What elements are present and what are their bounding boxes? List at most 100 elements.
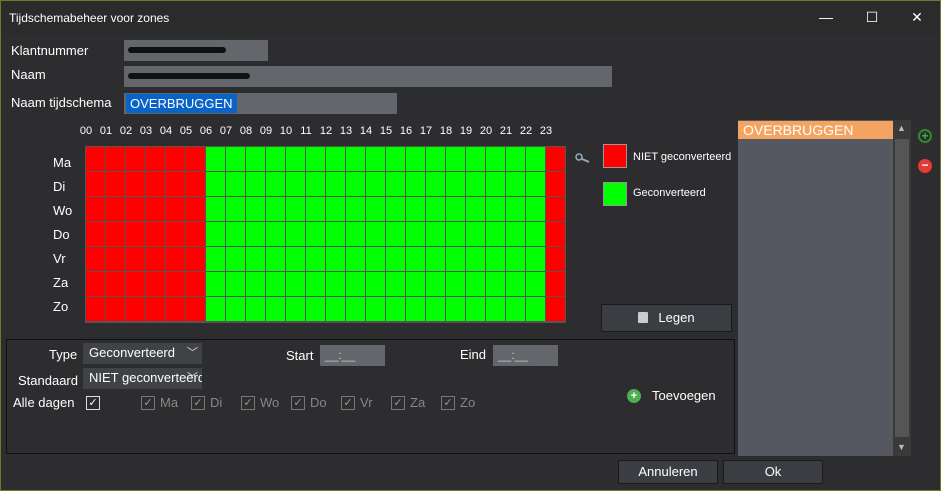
schedule-cell[interactable] (266, 172, 285, 196)
day-checkbox[interactable]: ✓ (441, 396, 455, 410)
schedule-cell[interactable] (546, 247, 565, 271)
schedule-cell[interactable] (426, 147, 445, 171)
schedule-cell[interactable] (526, 147, 545, 171)
schedule-cell[interactable] (306, 297, 325, 321)
schedule-cell[interactable] (166, 222, 185, 246)
schedule-cell[interactable] (86, 272, 105, 296)
schedule-cell[interactable] (146, 197, 165, 221)
schedule-cell[interactable] (166, 297, 185, 321)
schedule-cell[interactable] (506, 297, 525, 321)
scroll-thumb[interactable] (895, 139, 909, 437)
schedule-cell[interactable] (206, 297, 225, 321)
schedule-cell[interactable] (366, 297, 385, 321)
schedule-cell[interactable] (406, 197, 425, 221)
schedule-cell[interactable] (326, 297, 345, 321)
minimize-button[interactable]: — (803, 1, 849, 34)
schedule-cell[interactable] (126, 247, 145, 271)
naam-field[interactable] (124, 66, 612, 87)
schedule-cell[interactable] (86, 147, 105, 171)
schedule-cell[interactable] (146, 272, 165, 296)
schedule-cell[interactable] (266, 197, 285, 221)
schedule-cell[interactable] (326, 222, 345, 246)
schedule-cell[interactable] (386, 272, 405, 296)
schedule-cell[interactable] (326, 172, 345, 196)
schedule-cell[interactable] (506, 247, 525, 271)
schedule-cell[interactable] (346, 172, 365, 196)
schedule-cell[interactable] (266, 247, 285, 271)
schedule-cell[interactable] (466, 147, 485, 171)
schedule-cell[interactable] (466, 197, 485, 221)
schedule-cell[interactable] (286, 297, 305, 321)
schedule-cell[interactable] (346, 272, 365, 296)
day-checkbox[interactable]: ✓ (191, 396, 205, 410)
schedule-list-item[interactable]: OVERBRUGGEN (738, 121, 893, 139)
schedule-cell[interactable] (466, 297, 485, 321)
schedule-cell[interactable] (246, 197, 265, 221)
schedule-cell[interactable] (526, 222, 545, 246)
schedule-cell[interactable] (246, 297, 265, 321)
schedule-cell[interactable] (206, 172, 225, 196)
schedule-cell[interactable] (546, 222, 565, 246)
schedule-cell[interactable] (146, 172, 165, 196)
schedule-cell[interactable] (246, 172, 265, 196)
day-checkbox[interactable]: ✓ (341, 396, 355, 410)
schedule-cell[interactable] (126, 297, 145, 321)
standaard-select[interactable]: NIET geconverteerd ﹀ (83, 368, 202, 389)
schedule-cell[interactable] (386, 147, 405, 171)
schedule-cell[interactable] (366, 272, 385, 296)
schedule-cell[interactable] (306, 197, 325, 221)
day-checkbox[interactable]: ✓ (241, 396, 255, 410)
schedule-cell[interactable] (106, 247, 125, 271)
schedule-cell[interactable] (466, 172, 485, 196)
schedule-cell[interactable] (286, 147, 305, 171)
schedule-cell[interactable] (246, 272, 265, 296)
schedule-cell[interactable] (166, 172, 185, 196)
schedule-cell[interactable] (106, 147, 125, 171)
schedule-list[interactable]: OVERBRUGGEN ▲ ▼ (738, 120, 911, 456)
schedule-cell[interactable] (126, 272, 145, 296)
klantnummer-field[interactable] (124, 40, 268, 61)
schedule-cell[interactable] (486, 247, 505, 271)
schedule-cell[interactable] (526, 197, 545, 221)
schedule-cell[interactable] (466, 222, 485, 246)
schedule-cell[interactable] (486, 222, 505, 246)
schedule-cell[interactable] (266, 297, 285, 321)
schedule-cell[interactable] (186, 197, 205, 221)
schedule-cell[interactable] (466, 272, 485, 296)
schedule-cell[interactable] (406, 297, 425, 321)
schedule-cell[interactable] (346, 222, 365, 246)
ok-button[interactable]: Ok (723, 460, 823, 484)
schedule-cell[interactable] (346, 197, 365, 221)
schedule-cell[interactable] (86, 247, 105, 271)
schedule-cell[interactable] (246, 147, 265, 171)
schedule-cell[interactable] (186, 272, 205, 296)
schedule-cell[interactable] (426, 172, 445, 196)
schedule-cell[interactable] (446, 172, 465, 196)
naam-tijdschema-field[interactable]: OVERBRUGGEN (124, 93, 397, 114)
schedule-cell[interactable] (106, 197, 125, 221)
schedule-cell[interactable] (406, 272, 425, 296)
schedule-cell[interactable] (206, 222, 225, 246)
schedule-cell[interactable] (346, 147, 365, 171)
schedule-cell[interactable] (486, 272, 505, 296)
schedule-cell[interactable] (306, 172, 325, 196)
schedule-cell[interactable] (446, 272, 465, 296)
start-time-input[interactable]: __:__ (320, 345, 385, 366)
schedule-cell[interactable] (246, 222, 265, 246)
schedule-cell[interactable] (526, 297, 545, 321)
schedule-cell[interactable] (386, 222, 405, 246)
schedule-cell[interactable] (166, 147, 185, 171)
schedule-cell[interactable] (406, 172, 425, 196)
close-button[interactable]: ✕ (894, 1, 940, 34)
day-checkbox[interactable]: ✓ (141, 396, 155, 410)
schedule-cell[interactable] (306, 272, 325, 296)
schedule-cell[interactable] (306, 247, 325, 271)
schedule-cell[interactable] (366, 222, 385, 246)
schedule-cell[interactable] (126, 147, 145, 171)
schedule-cell[interactable] (186, 247, 205, 271)
schedule-cell[interactable] (206, 247, 225, 271)
schedule-cell[interactable] (486, 147, 505, 171)
schedule-cell[interactable] (446, 197, 465, 221)
schedule-cell[interactable] (286, 172, 305, 196)
schedule-cell[interactable] (446, 147, 465, 171)
